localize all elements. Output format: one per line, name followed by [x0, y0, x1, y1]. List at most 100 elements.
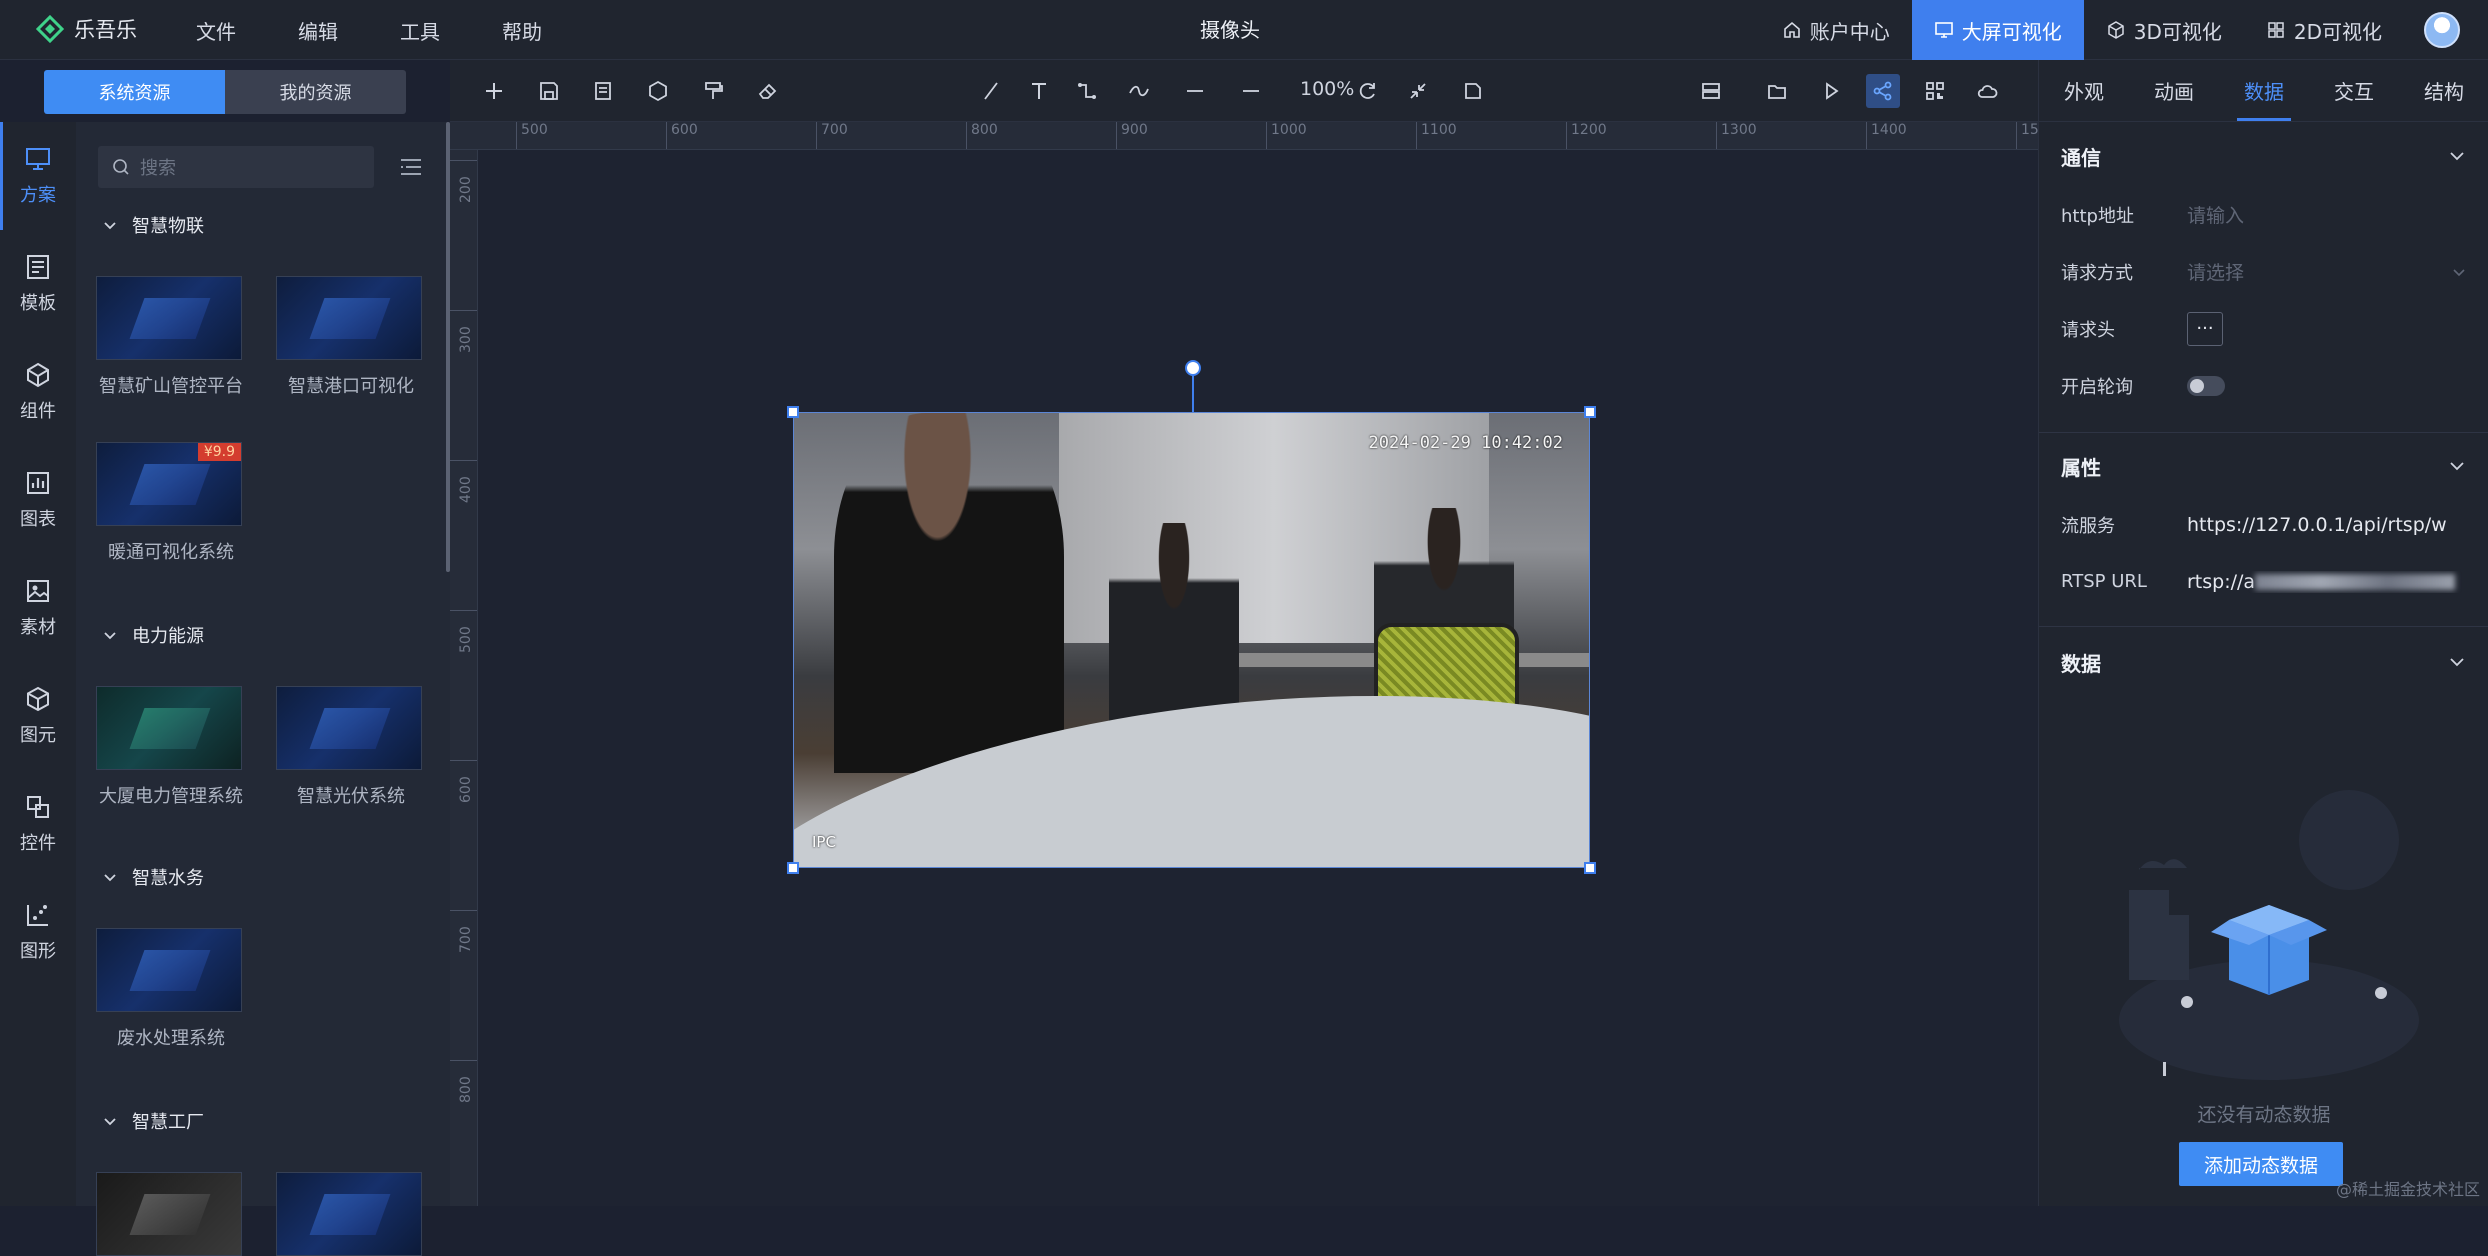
scheme-card[interactable] — [96, 1172, 246, 1256]
resize-handle-br[interactable] — [1584, 862, 1596, 874]
text-tool-button[interactable] — [1022, 74, 1056, 108]
props-section-header[interactable]: 属性 — [2039, 436, 2488, 496]
menu-edit[interactable]: 编辑 — [298, 16, 338, 45]
bigscreen-link[interactable]: 大屏可视化 — [1912, 0, 2084, 60]
section-title: 数据 — [2061, 648, 2101, 677]
nav-label: 素材 — [20, 613, 56, 639]
polling-toggle[interactable] — [2187, 376, 2225, 396]
layers-button[interactable] — [1694, 74, 1728, 108]
3d-link[interactable]: 3D可视化 — [2084, 0, 2244, 60]
nav-label: 模板 — [20, 289, 56, 315]
dash-icon — [1184, 80, 1206, 102]
line-end-button[interactable] — [1234, 74, 1268, 108]
nav-label: 图形 — [20, 937, 56, 963]
preview-button[interactable] — [1814, 74, 1848, 108]
menu-help[interactable]: 帮助 — [502, 16, 542, 45]
add-dynamic-data-button[interactable]: 添加动态数据 — [2179, 1142, 2343, 1186]
doc-button[interactable] — [586, 74, 620, 108]
nav-scheme[interactable]: 方案 — [0, 122, 76, 230]
scheme-thumbnail — [96, 276, 242, 360]
tab-structure[interactable]: 结构 — [2399, 60, 2488, 121]
group-header-energy[interactable]: 电力能源 — [102, 622, 204, 648]
connector-tool-button[interactable] — [1070, 74, 1104, 108]
page-title: 摄像头 — [1150, 0, 1310, 60]
refresh-icon — [1356, 80, 1378, 102]
nav-template[interactable]: 模板 — [0, 230, 76, 338]
line-tool-button[interactable] — [974, 74, 1008, 108]
tab-animation[interactable]: 动画 — [2129, 60, 2219, 121]
ruler-tick: 800 — [450, 1060, 478, 1206]
component-button[interactable] — [641, 74, 675, 108]
scheme-card[interactable]: 智慧光伏系统 — [276, 686, 426, 808]
rotate-handle[interactable] — [1185, 360, 1201, 376]
nav-material[interactable]: 素材 — [0, 554, 76, 662]
folder-button[interactable] — [1760, 74, 1794, 108]
qrcode-button[interactable] — [1918, 74, 1952, 108]
method-select[interactable]: 请选择 — [2187, 258, 2451, 285]
data-section-header[interactable]: 数据 — [2039, 632, 2488, 692]
account-center-link[interactable]: 账户中心 — [1760, 0, 1912, 60]
group-title: 智慧工厂 — [132, 1108, 204, 1134]
nav-chart[interactable]: 图表 — [0, 446, 76, 554]
group-header-factory[interactable]: 智慧工厂 — [102, 1108, 204, 1134]
nav-widget[interactable]: 控件 — [0, 770, 76, 878]
scheme-card[interactable]: 智慧矿山管控平台 — [96, 276, 246, 398]
avatar[interactable] — [2424, 12, 2460, 48]
add-button[interactable] — [477, 74, 511, 108]
resize-handle-tl[interactable] — [787, 406, 799, 418]
http-url-input[interactable]: 请输入 — [2187, 201, 2467, 228]
left-nav: 方案 模板 组件 图表 素材 图元 控件 图形 — [0, 122, 76, 1206]
nav-shape[interactable]: 图形 — [0, 878, 76, 986]
line-style-button[interactable] — [1178, 74, 1212, 108]
tab-interaction[interactable]: 交互 — [2309, 60, 2399, 121]
tab-system-resources[interactable]: 系统资源 — [44, 70, 225, 114]
eraser-button[interactable] — [751, 74, 785, 108]
tab-data[interactable]: 数据 — [2219, 60, 2309, 121]
qrcode-icon — [1924, 80, 1946, 102]
scheme-card[interactable]: 智慧港口可视化 — [276, 276, 426, 398]
bigscreen-label: 大屏可视化 — [1962, 16, 2062, 45]
app-logo[interactable]: 乐吾乐 — [36, 14, 137, 44]
nav-label: 控件 — [20, 829, 56, 855]
eraser-icon — [757, 80, 779, 102]
save-button[interactable] — [532, 74, 566, 108]
curve-tool-button[interactable] — [1122, 74, 1156, 108]
line-icon — [980, 80, 1002, 102]
share-button[interactable] — [1866, 74, 1900, 108]
zoom-level[interactable]: 100% — [1300, 78, 1354, 100]
method-row: 请求方式 请选择 — [2039, 243, 2488, 300]
fit-button[interactable] — [1456, 74, 1490, 108]
scheme-thumbnail — [96, 928, 242, 1012]
stream-url-input[interactable]: https://127.0.0.1/api/rtsp/w — [2187, 514, 2467, 536]
search-input[interactable]: 搜索 — [98, 146, 374, 188]
nav-element[interactable]: 图元 — [0, 662, 76, 770]
2d-link[interactable]: 2D可视化 — [2244, 0, 2404, 60]
tab-my-resources[interactable]: 我的资源 — [225, 70, 406, 114]
format-painter-button[interactable] — [696, 74, 730, 108]
menu-tools[interactable]: 工具 — [400, 16, 440, 45]
group-header-iot[interactable]: 智慧物联 — [102, 212, 204, 238]
ruler-tick: 1000 — [1266, 122, 1307, 150]
props-section: 属性 流服务 https://127.0.0.1/api/rtsp/w RTSP… — [2039, 436, 2488, 610]
nav-component[interactable]: 组件 — [0, 338, 76, 446]
scheme-label: 暖通可视化系统 — [96, 538, 246, 564]
cloud-button[interactable] — [1970, 74, 2004, 108]
comm-section-header[interactable]: 通信 — [2039, 126, 2488, 186]
shrink-button[interactable] — [1401, 74, 1435, 108]
refresh-button[interactable] — [1350, 74, 1384, 108]
request-header-button[interactable]: ··· — [2187, 312, 2223, 346]
scheme-card[interactable] — [276, 1172, 426, 1256]
camera-video-element[interactable]: 2024-02-29 10:42:02 IPC — [793, 412, 1590, 868]
rtsp-url-input[interactable]: rtsp://a — [2187, 571, 2467, 593]
menu-file[interactable]: 文件 — [196, 16, 236, 45]
group-header-water[interactable]: 智慧水务 — [102, 864, 204, 890]
tab-appearance[interactable]: 外观 — [2039, 60, 2129, 121]
header-row: 请求头 ··· — [2039, 300, 2488, 357]
scheme-card[interactable]: 废水处理系统 — [96, 928, 246, 1050]
resize-handle-tr[interactable] — [1584, 406, 1596, 418]
resize-handle-bl[interactable] — [787, 862, 799, 874]
list-icon[interactable] — [398, 154, 424, 180]
scheme-card[interactable]: 大厦电力管理系统 — [96, 686, 246, 808]
scheme-label: 废水处理系统 — [96, 1024, 246, 1050]
scheme-card[interactable]: ¥9.9 暖通可视化系统 — [96, 442, 246, 564]
